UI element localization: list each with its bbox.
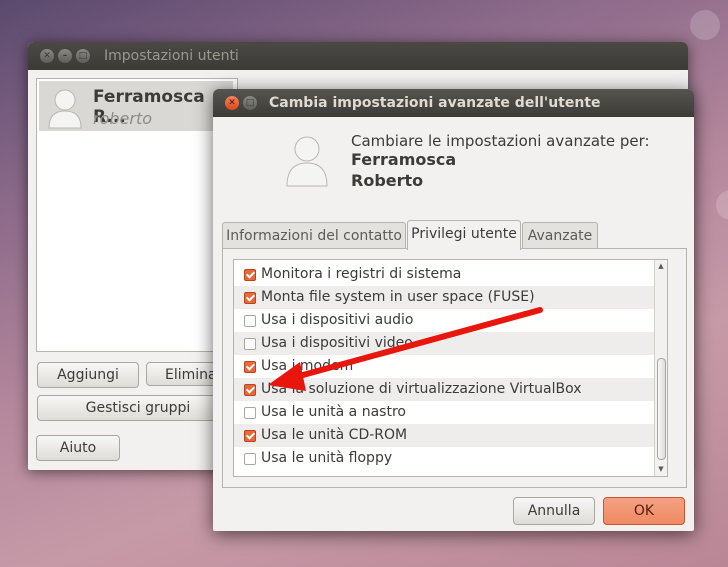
scrollbar-thumb[interactable]	[657, 358, 666, 460]
checkbox[interactable]	[244, 315, 256, 327]
tab-contact-info[interactable]: Informazioni del contatto	[222, 222, 406, 249]
close-icon[interactable]: ✕	[225, 96, 239, 110]
minimize-icon[interactable]: –	[58, 49, 72, 63]
list-item[interactable]: Usa i dispositivi video	[234, 332, 654, 355]
privilege-label: Usa le unità CD-ROM	[261, 427, 408, 443]
cancel-button[interactable]: Annulla	[513, 497, 595, 525]
privilege-label: Monitora i registri di sistema	[261, 266, 462, 282]
window-title: Impostazioni utenti	[104, 48, 239, 64]
list-item[interactable]: Usa le unità a nastro	[234, 401, 654, 424]
scroll-down-icon[interactable]: ▼	[656, 464, 666, 474]
add-button[interactable]: Aggiungi	[37, 362, 139, 388]
privilege-label: Usa la soluzione di virtualizzazione Vir…	[261, 381, 582, 397]
checkbox[interactable]	[244, 407, 256, 419]
privilege-label: Usa le unità floppy	[261, 450, 393, 466]
checkbox[interactable]	[244, 269, 256, 281]
list-item[interactable]: Usa la soluzione di virtualizzazione Vir…	[234, 378, 654, 401]
list-item[interactable]: Usa le unità floppy	[234, 447, 654, 470]
user-last-name: Roberto	[351, 171, 424, 190]
scroll-up-icon[interactable]: ▲	[656, 261, 666, 271]
list-item[interactable]: Usa i modem	[234, 355, 654, 378]
advanced-user-settings-dialog: ✕ □ Cambia impostazioni avanzate dell'ut…	[213, 89, 694, 531]
checkbox[interactable]	[244, 338, 256, 350]
tab-advanced[interactable]: Avanzate	[522, 222, 598, 249]
ok-button[interactable]: OK	[603, 497, 685, 525]
user-first-name: Ferramosca	[351, 150, 457, 169]
vertical-scrollbar[interactable]: ▲ ▼	[654, 260, 667, 476]
wallpaper-bubble	[716, 190, 728, 220]
list-item[interactable]: Monitora i registri di sistema	[234, 263, 654, 286]
checkbox[interactable]	[244, 430, 256, 442]
window-titlebar: ✕ – □ Impostazioni utenti	[28, 42, 688, 70]
maximize-icon[interactable]: □	[76, 49, 90, 63]
checkbox[interactable]	[244, 361, 256, 373]
list-item[interactable]: Monta file system in user space (FUSE)	[234, 286, 654, 309]
privilege-label: Usa i dispositivi audio	[261, 312, 414, 328]
privileges-list[interactable]: Monitora i registri di sistema Monta fil…	[233, 259, 668, 477]
manage-groups-button[interactable]: Gestisci gruppi	[37, 395, 239, 421]
help-button[interactable]: Aiuto	[36, 435, 120, 461]
maximize-icon[interactable]: □	[243, 96, 257, 110]
checkbox[interactable]	[244, 453, 256, 465]
user-avatar-icon	[286, 136, 328, 187]
tab-user-privileges[interactable]: Privilegi utente	[407, 220, 521, 250]
privilege-label: Usa i dispositivi video	[261, 335, 413, 351]
list-item-user[interactable]: Ferramosca R... roberto	[39, 81, 233, 131]
checkbox[interactable]	[244, 384, 256, 396]
privilege-label: Usa i modem	[261, 358, 354, 374]
close-icon[interactable]: ✕	[40, 49, 54, 63]
dialog-title: Cambia impostazioni avanzate dell'utente	[269, 95, 601, 111]
privilege-label: Usa le unità a nastro	[261, 404, 406, 420]
header-text: Cambiare le impostazioni avanzate per:	[351, 132, 650, 150]
privileges-panel: Monitora i registri di sistema Monta fil…	[222, 248, 687, 488]
list-item[interactable]: Usa i dispositivi audio	[234, 309, 654, 332]
user-login: roberto	[93, 109, 153, 128]
wallpaper-bubble	[690, 10, 720, 40]
checkbox[interactable]	[244, 292, 256, 304]
privilege-label: Monta file system in user space (FUSE)	[261, 289, 535, 305]
dialog-titlebar: ✕ □ Cambia impostazioni avanzate dell'ut…	[213, 89, 694, 117]
list-item[interactable]: Usa le unità CD-ROM	[234, 424, 654, 447]
user-list[interactable]: Ferramosca R... roberto	[36, 78, 238, 352]
user-avatar-icon	[48, 89, 82, 129]
